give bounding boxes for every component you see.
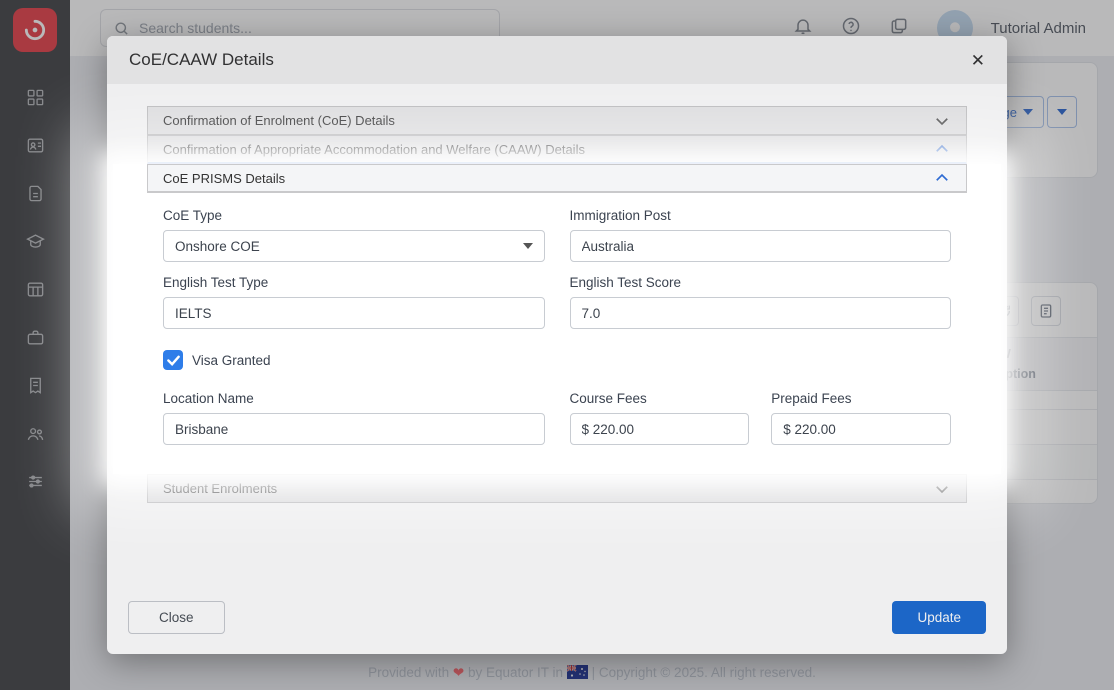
prepaid-fees-label: Prepaid Fees xyxy=(771,391,951,406)
course-fees-group: Course Fees xyxy=(570,391,750,445)
english-test-score-label: English Test Score xyxy=(570,275,952,290)
chevron-down-icon xyxy=(933,112,951,130)
tutorial-spotlight: CoE PRISMS Details CoE Type Onshore COE … xyxy=(113,164,1001,474)
prepaid-fees-input[interactable] xyxy=(771,413,951,445)
accordion-student-enrolments[interactable]: Student Enrolments xyxy=(147,474,967,503)
english-test-type-group: English Test Type xyxy=(163,275,545,329)
accordion-label: CoE PRISMS Details xyxy=(163,171,285,186)
accordion-coe-prisms-details[interactable]: CoE PRISMS Details xyxy=(147,164,967,193)
modal-title: CoE/CAAW Details xyxy=(129,50,274,70)
coe-type-group: CoE Type Onshore COE xyxy=(163,208,545,262)
fees-group: Course Fees Prepaid Fees xyxy=(570,391,952,445)
chevron-down-icon xyxy=(933,480,951,498)
english-test-score-group: English Test Score xyxy=(570,275,952,329)
check-icon xyxy=(167,355,180,366)
accordion-caaw-details[interactable]: Confirmation of Appropriate Accommodatio… xyxy=(147,135,967,164)
coe-caaw-details-modal: CoE/CAAW Details ✕ Confirmation of Enrol… xyxy=(107,36,1007,654)
chevron-up-icon xyxy=(933,140,951,158)
immigration-post-group: Immigration Post xyxy=(570,208,952,262)
english-test-type-input[interactable] xyxy=(163,297,545,329)
close-button[interactable]: Close xyxy=(128,601,225,634)
immigration-post-input[interactable] xyxy=(570,230,952,262)
location-name-input[interactable] xyxy=(163,413,545,445)
close-icon[interactable]: ✕ xyxy=(971,52,985,69)
visa-granted-checkbox[interactable] xyxy=(163,350,183,370)
modal-header: CoE/CAAW Details ✕ xyxy=(107,36,1007,84)
immigration-post-label: Immigration Post xyxy=(570,208,952,223)
course-fees-input[interactable] xyxy=(570,413,750,445)
update-button[interactable]: Update xyxy=(892,601,986,634)
chevron-down-icon xyxy=(523,243,533,249)
prepaid-fees-group: Prepaid Fees xyxy=(771,391,951,445)
accordion-label: Confirmation of Appropriate Accommodatio… xyxy=(163,142,585,157)
modal-body: Confirmation of Enrolment (CoE) Details … xyxy=(107,84,1007,503)
coe-type-label: CoE Type xyxy=(163,208,545,223)
course-fees-label: Course Fees xyxy=(570,391,750,406)
coe-prisms-form: CoE Type Onshore COE Immigration Post En… xyxy=(147,193,967,474)
english-test-type-label: English Test Type xyxy=(163,275,545,290)
visa-granted-row: Visa Granted xyxy=(163,350,951,370)
accordion-label: Student Enrolments xyxy=(163,481,277,496)
chevron-up-icon xyxy=(933,169,951,187)
accordion-label: Confirmation of Enrolment (CoE) Details xyxy=(163,113,395,128)
visa-granted-label: Visa Granted xyxy=(192,353,271,368)
modal-footer: Close Update xyxy=(128,601,986,634)
accordion-coe-details[interactable]: Confirmation of Enrolment (CoE) Details xyxy=(147,106,967,135)
location-name-label: Location Name xyxy=(163,391,545,406)
coe-type-select[interactable]: Onshore COE xyxy=(163,230,545,262)
english-test-score-input[interactable] xyxy=(570,297,952,329)
location-name-group: Location Name xyxy=(163,391,545,445)
